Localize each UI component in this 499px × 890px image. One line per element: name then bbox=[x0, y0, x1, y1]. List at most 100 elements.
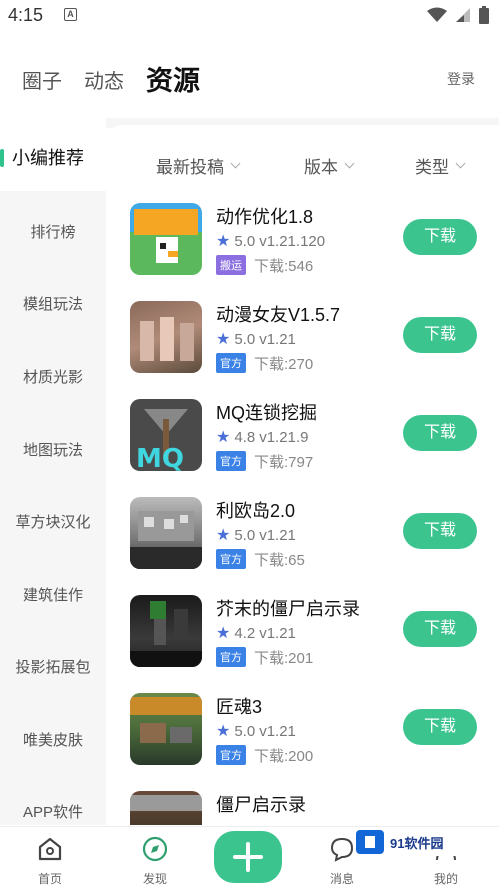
login-button[interactable]: 登录 bbox=[447, 69, 475, 89]
sidebar: 小编推荐 排行榜 模组玩法 材质光影 地图玩法 草方块汉化 建筑佳作 投影拓展包… bbox=[0, 125, 106, 825]
top-tabs: 圈子 动态 资源 登录 bbox=[0, 55, 499, 105]
item-rating: 5.0 bbox=[234, 722, 256, 740]
star-icon: ★ bbox=[216, 233, 231, 250]
download-button[interactable]: 下载 bbox=[403, 709, 477, 745]
item-version: v1.21 bbox=[259, 526, 296, 544]
item-meta: ★ 5.0 v1.21.120 bbox=[216, 231, 325, 251]
watermark: 91软件园 bbox=[356, 828, 460, 856]
item-title: 僵尸启示录 bbox=[216, 795, 306, 815]
sidebar-item-builds[interactable]: 建筑佳作 bbox=[0, 584, 106, 605]
sidebar-item-apps[interactable]: APP软件 bbox=[0, 801, 106, 822]
sidebar-item-localization[interactable]: 草方块汉化 bbox=[0, 511, 106, 532]
download-button[interactable]: 下载 bbox=[403, 317, 477, 353]
nav-home-label: 首页 bbox=[37, 872, 62, 886]
filter-version-label: 版本 bbox=[304, 158, 338, 177]
item-version: v1.21.120 bbox=[259, 232, 326, 250]
home-icon bbox=[38, 837, 62, 861]
item-downloads: 下载:546 bbox=[254, 258, 314, 275]
signal-icon bbox=[456, 8, 470, 22]
item-title: 匠魂3 bbox=[216, 697, 263, 717]
source-badge: 官方 bbox=[216, 451, 246, 471]
svg-text:MQ: MQ bbox=[136, 444, 184, 471]
list-item[interactable]: 芥末的僵尸启示录 ★ 4.2 v1.21 官方 下载:201 下载 bbox=[106, 595, 499, 685]
chevron-down-icon bbox=[344, 158, 355, 169]
list-item[interactable]: MQ MQ连锁挖掘 ★ 4.8 v1.21.9 官方 下载:797 下载 bbox=[106, 399, 499, 489]
item-version: v1.21.9 bbox=[259, 428, 309, 446]
star-icon: ★ bbox=[216, 429, 231, 446]
item-title: 动漫女友V1.5.7 bbox=[216, 305, 341, 325]
item-title: 芥末的僵尸启示录 bbox=[216, 599, 360, 619]
status-icons bbox=[427, 6, 489, 24]
item-rating: 5.0 bbox=[234, 526, 256, 544]
filter-version[interactable]: 版本 bbox=[304, 153, 355, 178]
sidebar-item-editor-picks[interactable]: 小编推荐 bbox=[0, 125, 106, 191]
star-icon: ★ bbox=[216, 527, 231, 544]
watermark-text: 91软件园 bbox=[390, 835, 444, 851]
filter-type-label: 类型 bbox=[415, 158, 449, 177]
chevron-down-icon bbox=[230, 158, 241, 169]
item-title: 利欧岛2.0 bbox=[216, 501, 296, 521]
filter-type[interactable]: 类型 bbox=[415, 153, 466, 178]
item-meta: ★ 5.0 v1.21 bbox=[216, 329, 296, 349]
download-button[interactable]: 下载 bbox=[403, 611, 477, 647]
create-post-button[interactable] bbox=[214, 831, 282, 883]
tab-feed[interactable]: 动态 bbox=[84, 65, 124, 94]
thumbnail-image bbox=[130, 203, 202, 275]
nav-messages-label: 消息 bbox=[329, 872, 354, 886]
download-button[interactable]: 下载 bbox=[403, 415, 477, 451]
item-version: v1.21 bbox=[259, 722, 296, 740]
filter-bar: 最新投稿 版本 类型 bbox=[106, 153, 499, 183]
item-rating: 4.8 bbox=[234, 428, 256, 446]
download-button[interactable]: 下载 bbox=[403, 513, 477, 549]
thumbnail-image: MQ bbox=[130, 399, 202, 471]
item-downloads: 下载:270 bbox=[254, 356, 314, 373]
battery-icon bbox=[479, 6, 489, 24]
sidebar-item-textures[interactable]: 材质光影 bbox=[0, 366, 106, 387]
resource-list-panel: 最新投稿 版本 类型 动作优化1.8 ★ 5.0 v1.21.120 搬运 下载… bbox=[106, 125, 499, 825]
sidebar-item-projections[interactable]: 投影拓展包 bbox=[0, 656, 106, 677]
sidebar-item-mods[interactable]: 模组玩法 bbox=[0, 293, 106, 314]
chat-icon bbox=[330, 837, 354, 862]
item-meta: ★ 5.0 v1.21 bbox=[216, 525, 296, 545]
item-downloads: 下载:797 bbox=[254, 454, 314, 471]
wifi-icon bbox=[427, 7, 447, 22]
tab-circle[interactable]: 圈子 bbox=[22, 65, 62, 94]
item-meta: ★ 5.0 v1.21 bbox=[216, 721, 296, 741]
list-item[interactable]: 动漫女友V1.5.7 ★ 5.0 v1.21 官方 下载:270 下载 bbox=[106, 301, 499, 391]
item-downloads: 下载:65 bbox=[254, 552, 305, 569]
list-item[interactable]: 动作优化1.8 ★ 5.0 v1.21.120 搬运 下载:546 下载 bbox=[106, 203, 499, 293]
item-downloads: 下载:200 bbox=[254, 748, 314, 765]
thumbnail-image bbox=[130, 595, 202, 667]
nav-discover-label: 发现 bbox=[142, 872, 167, 886]
item-title: 动作优化1.8 bbox=[216, 207, 314, 227]
list-item[interactable]: 利欧岛2.0 ★ 5.0 v1.21 官方 下载:65 下载 bbox=[106, 497, 499, 587]
sidebar-item-skins[interactable]: 唯美皮肤 bbox=[0, 729, 106, 750]
sidebar-item-ranking[interactable]: 排行榜 bbox=[0, 221, 106, 242]
filter-latest[interactable]: 最新投稿 bbox=[156, 153, 241, 178]
nav-home[interactable]: 首页 bbox=[20, 835, 80, 887]
item-title: MQ连锁挖掘 bbox=[216, 403, 317, 423]
notification-icon: A bbox=[64, 8, 77, 21]
nav-profile-label: 我的 bbox=[433, 872, 458, 886]
tab-resources[interactable]: 资源 bbox=[146, 59, 200, 98]
star-icon: ★ bbox=[216, 625, 231, 642]
compass-icon bbox=[142, 836, 168, 862]
chevron-down-icon bbox=[455, 158, 466, 169]
item-meta: ★ 4.8 v1.21.9 bbox=[216, 427, 308, 447]
download-button[interactable]: 下载 bbox=[403, 219, 477, 255]
star-icon: ★ bbox=[216, 331, 231, 348]
item-version: v1.21 bbox=[259, 330, 296, 348]
nav-discover[interactable]: 发现 bbox=[125, 835, 185, 887]
list-item[interactable]: 匠魂3 ★ 5.0 v1.21 官方 下载:200 下载 bbox=[106, 693, 499, 783]
item-rating: 5.0 bbox=[234, 330, 256, 348]
item-rating: 5.0 bbox=[234, 232, 256, 250]
source-badge: 官方 bbox=[216, 549, 246, 569]
item-version: v1.21 bbox=[259, 624, 296, 642]
status-bar: 4:15 A bbox=[0, 0, 499, 32]
filter-latest-label: 最新投稿 bbox=[156, 158, 224, 177]
sidebar-item-maps[interactable]: 地图玩法 bbox=[0, 439, 106, 460]
status-time: 4:15 bbox=[8, 5, 44, 25]
source-badge: 官方 bbox=[216, 647, 246, 667]
star-icon: ★ bbox=[216, 723, 231, 740]
thumbnail-image bbox=[130, 497, 202, 569]
